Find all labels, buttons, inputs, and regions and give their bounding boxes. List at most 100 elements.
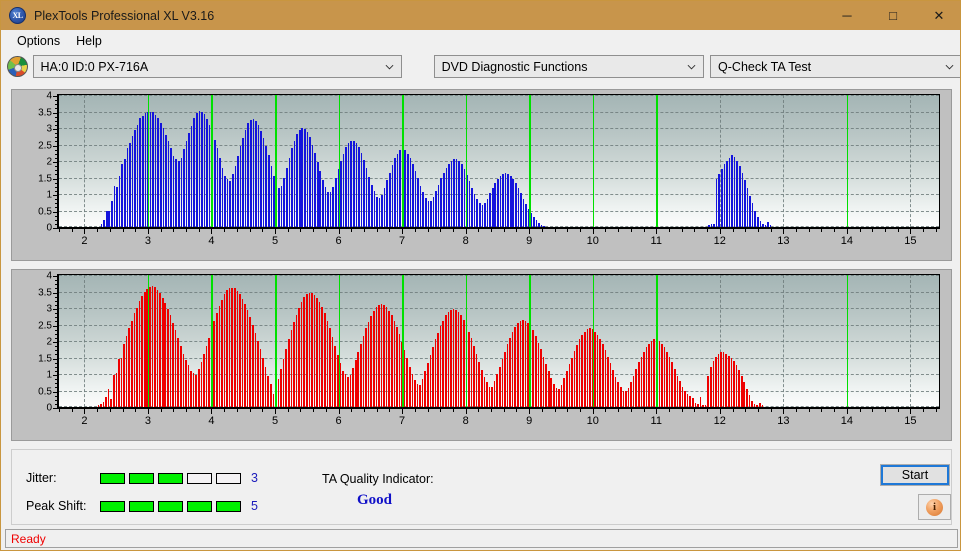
- chevron-down-icon: [687, 64, 696, 70]
- chart-bar: [442, 320, 444, 407]
- x-axis-minor-tick: [440, 409, 442, 412]
- y-axis-tick-label: 2.5: [38, 140, 52, 151]
- ta-quality-label: TA Quality Indicator:: [322, 472, 434, 486]
- x-axis-minor-tick: [554, 409, 556, 412]
- chart-bar: [265, 146, 268, 227]
- y-axis-minor-tick: [55, 182, 57, 184]
- track-marker: [529, 95, 531, 227]
- chart-bar: [226, 289, 228, 407]
- menu-item-help[interactable]: Help: [68, 32, 110, 50]
- chart-bar: [301, 128, 304, 227]
- x-axis-minor-tick: [173, 229, 175, 232]
- chart-bar: [381, 194, 383, 227]
- selector-toolbar: HA:0 ID:0 PX-716A DVD Diagnostic Functio…: [1, 53, 960, 80]
- chart-bar: [751, 401, 753, 407]
- y-axis-minor-tick: [55, 124, 57, 126]
- chart-bar: [247, 123, 250, 227]
- maximize-icon[interactable]: □: [870, 1, 916, 30]
- y-axis-minor-tick: [55, 129, 57, 130]
- chart-bar: [128, 327, 131, 407]
- menu-item-options[interactable]: Options: [9, 32, 68, 50]
- chart-bar: [517, 188, 520, 227]
- chart-bar: [430, 201, 432, 227]
- chart-bar: [493, 381, 496, 407]
- chart-bar: [97, 405, 100, 407]
- track-marker: [656, 275, 658, 407]
- chart-bar: [357, 351, 360, 407]
- chart-bar: [406, 358, 408, 407]
- y-axis-minor-tick: [55, 276, 57, 277]
- chart-bar: [445, 167, 448, 227]
- x-axis-minor-tick: [592, 229, 594, 232]
- chart-bar: [751, 203, 754, 227]
- chart-bar: [373, 191, 376, 227]
- chart-bar: [264, 366, 267, 407]
- x-axis-minor-tick: [516, 229, 518, 232]
- test-select[interactable]: Q-Check TA Test: [710, 55, 960, 78]
- close-icon[interactable]: ✕: [916, 1, 960, 30]
- chart-bar: [743, 382, 746, 407]
- x-axis-minor-tick: [567, 229, 569, 232]
- chart-bar: [432, 197, 435, 227]
- x-axis-minor-tick: [656, 229, 658, 232]
- x-axis-minor-tick: [796, 229, 798, 232]
- x-axis-minor-tick: [376, 409, 378, 412]
- plot-area: [57, 94, 940, 229]
- chart-bar: [576, 344, 578, 407]
- chart-bar: [517, 322, 519, 407]
- chart-bar: [156, 289, 159, 407]
- track-marker: [338, 95, 341, 227]
- chart-bar: [653, 339, 656, 407]
- chart-bar: [496, 374, 499, 407]
- chart-bar: [175, 159, 177, 227]
- x-axis-minor-tick: [122, 229, 124, 232]
- chart-bar: [306, 131, 309, 227]
- chart-bar: [468, 181, 471, 227]
- chart-bar: [183, 149, 185, 227]
- x-axis-minor-tick: [630, 409, 632, 412]
- x-axis-minor-tick: [262, 229, 264, 232]
- chart-bar: [697, 404, 699, 407]
- y-axis-minor-tick: [55, 223, 57, 225]
- x-axis-minor-tick: [503, 409, 505, 412]
- chart-bar: [250, 119, 252, 227]
- chart-bar: [365, 168, 368, 227]
- x-axis-minor-tick: [198, 409, 200, 412]
- x-axis-tick-label: 9: [526, 235, 533, 247]
- y-axis-minor-tick: [55, 379, 57, 381]
- x-axis-minor-tick: [300, 229, 302, 232]
- x-axis-minor-tick: [427, 409, 429, 412]
- track-marker: [338, 275, 341, 407]
- chart-bar: [309, 137, 311, 227]
- chart-bar: [242, 137, 244, 227]
- y-axis-tick-label: 3: [46, 303, 52, 315]
- chart-bar: [363, 160, 365, 227]
- chart-bar: [159, 123, 162, 227]
- x-axis-minor-tick: [491, 409, 493, 412]
- x-axis-minor-tick: [275, 229, 277, 232]
- x-axis-minor-tick: [376, 229, 378, 232]
- info-button[interactable]: i: [918, 494, 951, 520]
- chart-bar: [347, 376, 349, 407]
- chart-bar: [125, 336, 128, 407]
- function-select[interactable]: DVD Diagnostic Functions: [433, 55, 705, 78]
- chart-bar: [762, 223, 764, 227]
- x-axis-minor-tick: [821, 409, 823, 412]
- x-axis-minor-tick: [529, 409, 531, 412]
- x-axis-minor-tick: [630, 229, 632, 232]
- y-axis-minor-tick: [55, 162, 57, 163]
- x-axis-minor-tick: [884, 409, 886, 412]
- minimize-icon[interactable]: ─: [824, 1, 870, 30]
- chart-bar: [280, 185, 283, 227]
- chart-bar: [239, 146, 242, 227]
- drive-select[interactable]: HA:0 ID:0 PX-716A: [32, 55, 402, 78]
- x-axis-minor-tick: [757, 229, 759, 232]
- chart-bar: [170, 147, 172, 227]
- chart-bar: [182, 353, 185, 407]
- start-button[interactable]: Start: [880, 464, 950, 486]
- chart-bar: [296, 133, 298, 227]
- chart-bar: [740, 375, 743, 407]
- x-axis-minor-tick: [821, 229, 823, 232]
- chart-bar: [257, 341, 259, 407]
- x-axis-minor-tick: [783, 409, 785, 412]
